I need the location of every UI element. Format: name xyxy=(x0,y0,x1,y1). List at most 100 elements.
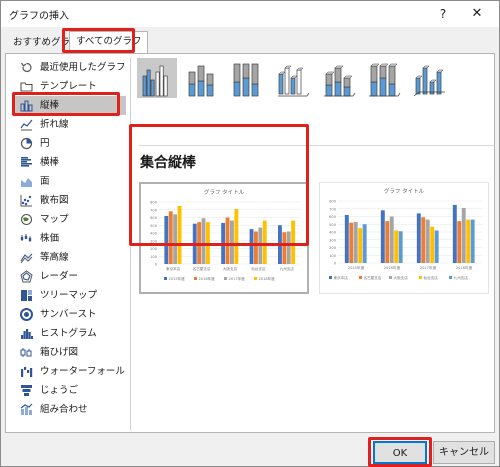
sidebar-item-line-chart[interactable]: 折れ線 xyxy=(14,115,126,134)
box-whisker-chart-icon xyxy=(20,348,32,357)
x-tick-label: 2016年度 xyxy=(384,265,401,270)
clustered-column-button[interactable] xyxy=(137,58,177,98)
100-stacked-column-button[interactable] xyxy=(227,58,267,98)
sidebar-item-label: じょうご xyxy=(40,385,79,396)
sidebar-item-stock-chart[interactable]: 株価 xyxy=(14,229,126,248)
legend-label: 2016年度 xyxy=(199,276,216,281)
highlight-frame-ok xyxy=(368,437,432,467)
legend-swatch xyxy=(359,276,362,279)
sidebar-item-label: サンバースト xyxy=(40,309,97,320)
bar xyxy=(349,222,354,263)
sidebar-item-map-chart[interactable]: マップ xyxy=(14,210,126,229)
sidebar-item-label: 等高線 xyxy=(40,252,69,263)
treemap-chart-icon xyxy=(21,290,32,301)
sidebar-item-radar-chart[interactable]: レーダー xyxy=(14,267,126,286)
clustered-column-icon xyxy=(142,65,168,97)
y-tick-label: 500 xyxy=(329,223,337,227)
y-tick-label: 0 xyxy=(155,263,158,267)
legend-swatch xyxy=(194,277,197,280)
sidebar-item-funnel-chart[interactable]: じょうご xyxy=(14,381,126,400)
bar xyxy=(398,231,403,263)
legend-label: 東京本店 xyxy=(334,275,349,280)
line-chart-icon xyxy=(20,119,33,131)
sidebar-item-label: ツリーマップ xyxy=(40,290,98,301)
bar xyxy=(421,217,426,263)
sunburst-chart-icon xyxy=(20,308,33,321)
histogram-chart-icon xyxy=(21,329,33,339)
sidebar-item-label: レーダー xyxy=(40,271,79,282)
sidebar-item-sunburst-chart[interactable]: サンバースト xyxy=(14,305,126,324)
sidebar-item-label: テンプレート xyxy=(40,81,97,92)
funnel-chart-icon xyxy=(21,385,32,396)
legend-swatch xyxy=(164,277,167,280)
sidebar-item-area-chart[interactable]: 面 xyxy=(14,172,126,191)
legend-label: 大阪支店 xyxy=(394,275,409,280)
y-tick-label: 700 xyxy=(329,207,337,211)
bar xyxy=(344,214,349,263)
sidebar-item-label: 株価 xyxy=(40,233,60,244)
sidebar-item-bar-chart[interactable]: 横棒 xyxy=(14,153,126,172)
bar xyxy=(389,216,394,263)
sidebar-item-pie-chart[interactable]: 円 xyxy=(14,134,126,153)
map-chart-icon xyxy=(20,213,33,226)
sidebar-item-combo-chart[interactable]: 組み合わせ xyxy=(14,400,126,419)
help-button[interactable]: ? xyxy=(433,4,453,24)
cancel-button[interactable]: キャンセル xyxy=(433,441,495,464)
bar xyxy=(452,204,457,263)
bar xyxy=(358,228,363,263)
sidebar-item-label: 組み合わせ xyxy=(40,404,88,415)
surface-chart-icon xyxy=(20,253,33,264)
x-tick-label: 東京本店 xyxy=(166,266,181,271)
x-tick-label: 九州支店 xyxy=(280,266,295,271)
3d-column-button[interactable] xyxy=(409,58,449,98)
highlight-frame-column xyxy=(12,92,120,116)
3d-clustered-column-button[interactable] xyxy=(273,58,313,98)
bar xyxy=(362,224,367,263)
legend-label: 九州支店 xyxy=(454,275,469,280)
sidebar-item-label: 円 xyxy=(40,138,50,149)
sidebar-item-waterfall-chart[interactable]: ウォーターフォール xyxy=(14,362,126,381)
stock-chart-icon xyxy=(20,234,32,242)
bar xyxy=(470,219,475,263)
3d-stacked-column-button[interactable] xyxy=(319,58,359,98)
stacked-column-button[interactable] xyxy=(182,58,222,98)
waterfall-chart-icon xyxy=(21,367,33,377)
sidebar-item-label: ウォーターフォール xyxy=(40,366,125,377)
sidebar-item-box-whisker-chart[interactable]: 箱ひげ図 xyxy=(14,343,126,362)
y-tick-label: 100 xyxy=(150,255,158,259)
legend-label: 2017年度 xyxy=(229,276,246,281)
sidebar-item-recent[interactable]: 最近使用したグラフ xyxy=(14,58,126,77)
3d-100-stacked-column-button[interactable] xyxy=(364,58,404,98)
sidebar-item-label: 折れ線 xyxy=(40,119,69,130)
legend-swatch xyxy=(224,277,227,280)
area-chart-icon xyxy=(21,178,32,187)
y-tick-label: 800 xyxy=(329,200,337,204)
bar xyxy=(394,230,399,263)
y-tick-label: 300 xyxy=(329,238,337,242)
legend-label: 名古屋支店 xyxy=(364,275,382,280)
sidebar-item-label: 横棒 xyxy=(40,157,60,168)
sidebar-item-label: 最近使用したグラフ xyxy=(40,62,126,73)
close-button[interactable]: ✕ xyxy=(467,4,487,24)
legend-swatch xyxy=(254,277,257,280)
sidebar-item-treemap-chart[interactable]: ツリーマップ xyxy=(14,286,126,305)
bar xyxy=(380,210,385,263)
sidebar-item-histogram-chart[interactable]: ヒストグラム xyxy=(14,324,126,343)
sidebar-item-surface-chart[interactable]: 等高線 xyxy=(14,248,126,267)
legend-swatch xyxy=(329,276,332,279)
combo-chart-icon xyxy=(20,403,33,415)
preview-chart-svg: 0 100 200 300 400 500 600 700 800 2015年度 2016年度 201… xyxy=(329,200,482,280)
legend-swatch xyxy=(449,276,452,279)
bar xyxy=(434,230,439,263)
recent-icon xyxy=(21,62,32,73)
legend-label: 2015年度 xyxy=(169,276,186,281)
3d-stacked-column-icon xyxy=(324,65,356,97)
bar xyxy=(457,221,462,263)
sidebar-item-scatter-chart[interactable]: 散布図 xyxy=(14,191,126,210)
scatter-chart-icon xyxy=(20,195,32,207)
bar xyxy=(466,219,471,263)
3d-100-stacked-column-icon xyxy=(369,63,401,97)
stacked-column-icon xyxy=(188,65,214,97)
3d-column-icon xyxy=(413,65,445,97)
chart-preview-2[interactable]: グラフ タイトル 0 100 200 300 400 500 600 700 800 2015年度… xyxy=(319,182,489,294)
